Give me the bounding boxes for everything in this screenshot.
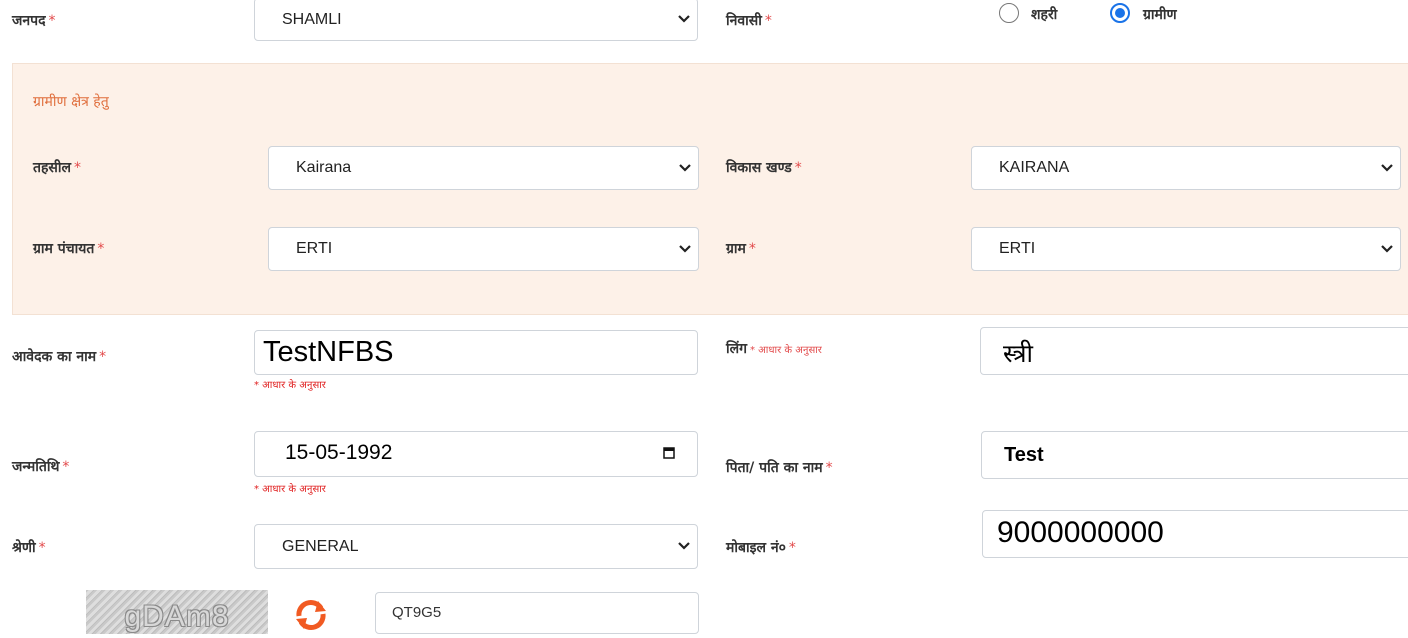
district-select[interactable]: SHAMLI	[254, 0, 698, 41]
block-value: KAIRANA	[999, 159, 1070, 176]
rural-section-title: ग्रामीण क्षेत्र हेतु	[33, 94, 109, 110]
applicant-name-input[interactable]: TestNFBS	[254, 330, 698, 375]
refresh-icon[interactable]	[292, 596, 330, 634]
village-select[interactable]: ERTI	[971, 227, 1401, 271]
applicant-name-label: आवेदक का नाम *	[12, 349, 107, 365]
tehsil-label: तहसील *	[33, 160, 81, 176]
gender-label: लिंग * आधार के अनुसार	[726, 341, 822, 357]
captcha-image-text: gDAm8	[124, 600, 230, 633]
gram-panchayat-value: ERTI	[296, 240, 333, 257]
captcha-input-value: QT9G5	[392, 604, 442, 621]
category-select[interactable]: GENERAL	[254, 524, 698, 569]
village-value: ERTI	[999, 240, 1036, 257]
district-value: SHAMLI	[282, 10, 342, 28]
father-husband-name-input[interactable]: Test	[981, 431, 1408, 479]
mobile-value: 9000000000	[997, 516, 1164, 549]
chevron-down-icon	[676, 539, 691, 554]
chevron-down-icon	[1379, 241, 1394, 256]
dob-input[interactable]: 15-05-1992	[254, 431, 698, 477]
father-husband-name-value: Test	[1004, 444, 1044, 466]
category-label: श्रेणी *	[12, 540, 46, 556]
gram-panchayat-label: ग्राम पंचायत *	[33, 241, 105, 257]
residence-label: निवासी *	[726, 13, 772, 29]
father-husband-name-label: पिता/ पति का नाम *	[726, 460, 833, 476]
rural-radio-label: ग्रामीण	[1143, 7, 1177, 23]
gram-panchayat-select[interactable]: ERTI	[268, 227, 699, 271]
gender-select[interactable]: स्त्री	[980, 327, 1408, 375]
rural-radio[interactable]	[1110, 3, 1130, 23]
mobile-input[interactable]: 9000000000	[982, 510, 1408, 558]
applicant-name-hint: * आधार के अनुसार	[254, 380, 326, 391]
district-label: जनपद *	[12, 13, 56, 29]
chevron-down-icon	[677, 241, 692, 256]
tehsil-select[interactable]: Kairana	[268, 146, 699, 190]
block-label: विकास खण्ड *	[726, 160, 802, 176]
mobile-label: मोबाइल नं० *	[726, 540, 796, 556]
category-value: GENERAL	[282, 537, 359, 555]
dob-value: 15-05-1992	[285, 441, 393, 464]
dob-label: जन्मतिथि *	[12, 459, 70, 475]
block-select[interactable]: KAIRANA	[971, 146, 1401, 190]
calendar-icon[interactable]	[663, 446, 675, 464]
chevron-down-icon	[1379, 160, 1394, 175]
chevron-down-icon	[677, 160, 692, 175]
tehsil-value: Kairana	[296, 159, 352, 176]
applicant-name-value: TestNFBS	[263, 336, 394, 368]
captcha-image: gDAm8	[86, 590, 268, 634]
chevron-down-icon	[676, 12, 691, 27]
village-label: ग्राम *	[726, 241, 756, 257]
dob-hint: * आधार के अनुसार	[254, 484, 326, 495]
gender-value: स्त्री	[1003, 339, 1034, 368]
urban-radio-label: शहरी	[1031, 7, 1058, 23]
captcha-input[interactable]: QT9G5	[375, 592, 699, 634]
urban-radio[interactable]	[999, 3, 1019, 23]
